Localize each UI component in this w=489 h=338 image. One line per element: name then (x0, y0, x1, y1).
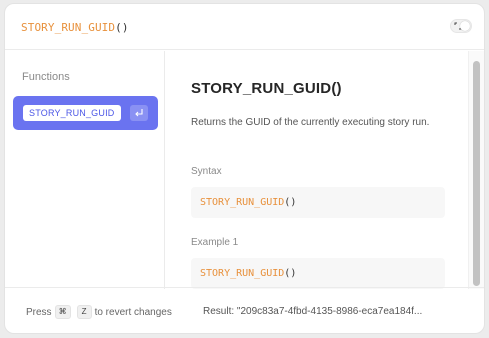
functions-sidebar: Functions STORY_RUN_GUID (5, 51, 165, 289)
example-function-name: STORY_RUN_GUID (200, 268, 285, 279)
syntax-function-name: STORY_RUN_GUID (200, 197, 285, 208)
doc-description: Returns the GUID of the currently execut… (191, 117, 430, 128)
key-cmd: ⌘ (54, 305, 71, 319)
function-docs: STORY_RUN_GUID() Returns the GUID of the… (166, 51, 469, 289)
hint-press: Press (26, 306, 52, 318)
example-parens: () (284, 268, 297, 279)
formula-parens: () (115, 21, 129, 34)
docs-scrollbar[interactable] (468, 51, 484, 289)
revert-hint: Press ⌘ Z to revert changes (26, 305, 172, 319)
scrollbar-thumb[interactable] (473, 61, 480, 286)
syntax-code: STORY_RUN_GUID() (191, 187, 445, 218)
enter-key-button[interactable] (130, 105, 148, 121)
syntax-parens: () (284, 197, 297, 208)
hint-revert-text: to revert changes (94, 306, 172, 318)
enter-key-icon (135, 109, 143, 117)
formula-editor[interactable]: STORY_RUN_GUID() (21, 21, 129, 34)
key-z: Z (76, 305, 92, 319)
sidebar-item-story-run-guid[interactable]: STORY_RUN_GUID (13, 96, 158, 130)
syntax-label: Syntax (191, 166, 222, 177)
formula-panel: STORY_RUN_GUID() Functions STORY_RUN_GUI… (4, 3, 485, 334)
sidebar-heading: Functions (22, 71, 70, 83)
formula-header: STORY_RUN_GUID() (5, 4, 484, 50)
toggle-knob (460, 21, 470, 31)
function-tag: STORY_RUN_GUID (23, 105, 121, 121)
panel-footer: Press ⌘ Z to revert changes Result: "209… (5, 287, 484, 333)
result-preview: Result: "209c83a7-4fbd-4135-8986-eca7ea1… (203, 306, 423, 317)
formula-function-name: STORY_RUN_GUID (21, 21, 116, 34)
expand-toggle[interactable] (450, 19, 472, 33)
example-label: Example 1 (191, 237, 239, 248)
doc-title: STORY_RUN_GUID() (191, 80, 342, 97)
example-code: STORY_RUN_GUID() (191, 258, 445, 289)
